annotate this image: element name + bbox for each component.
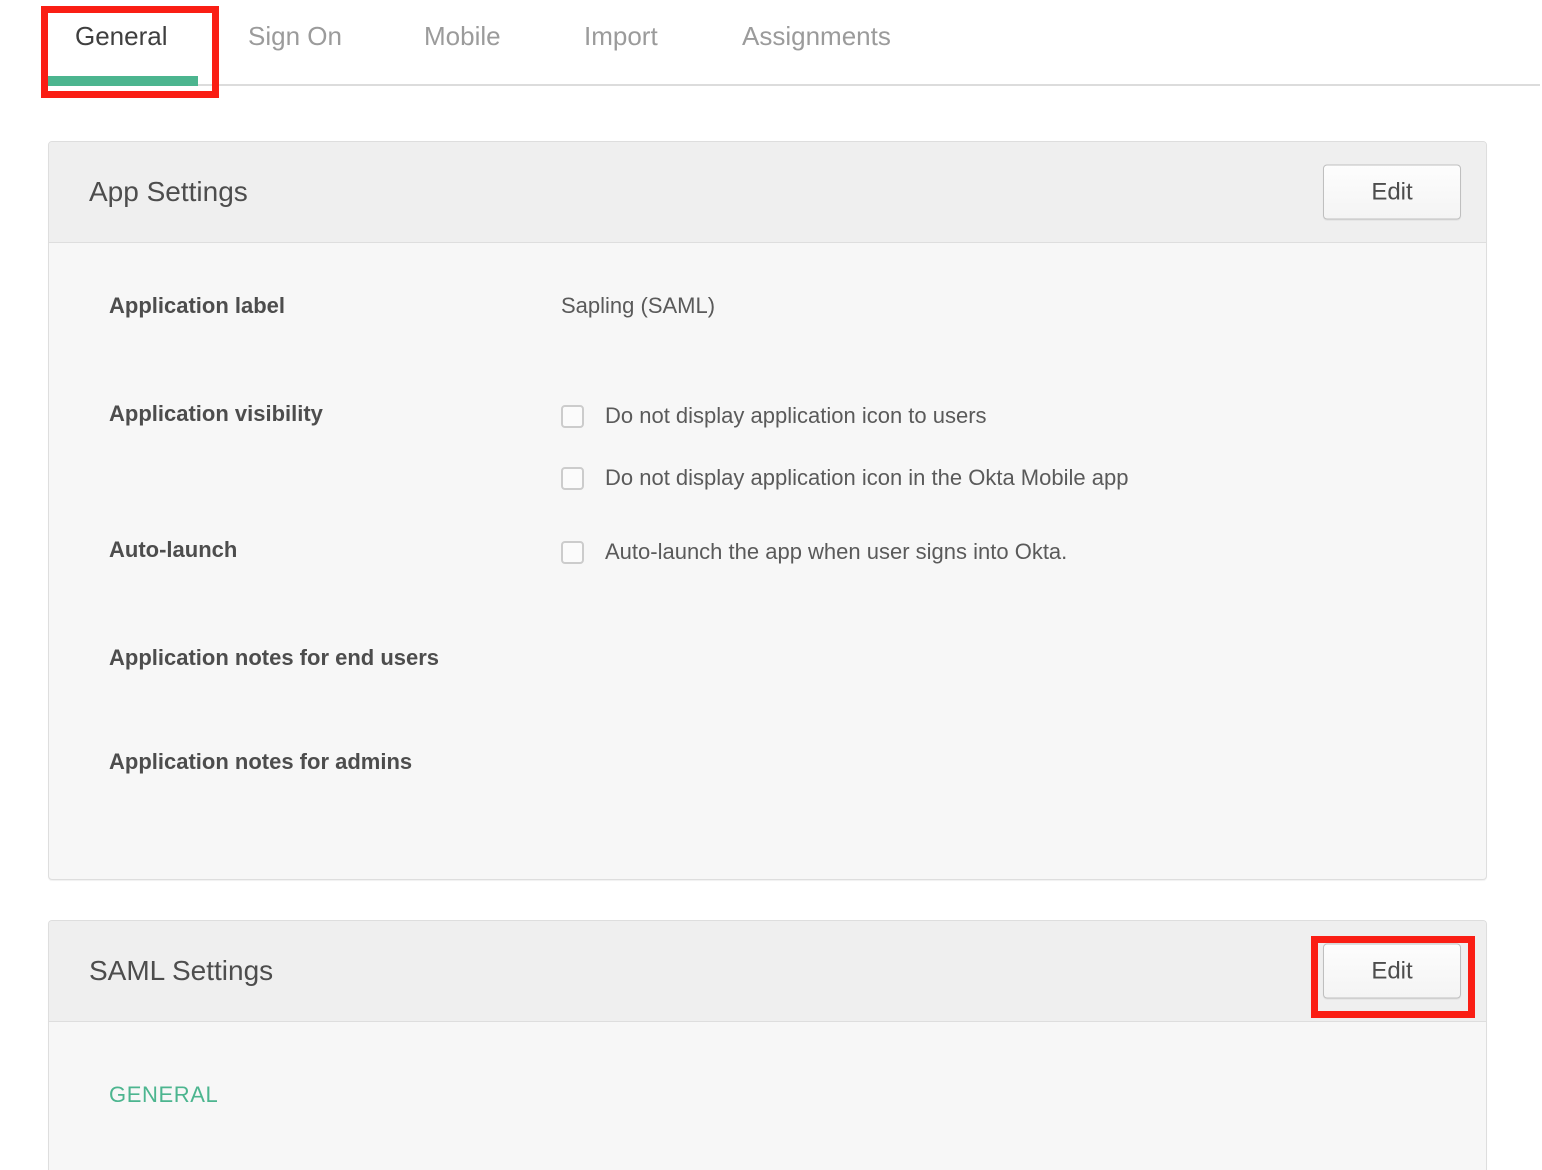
checkbox-hide-icon-okta-mobile[interactable] (561, 466, 584, 490)
app-settings-title: App Settings (89, 176, 248, 207)
field-label: Application visibility (109, 401, 323, 426)
tab-sign-on[interactable]: Sign On (248, 18, 342, 54)
field-notes-end-users: Application notes for end users (49, 643, 1486, 689)
field-label: Application notes for end users (109, 645, 440, 670)
tab-general[interactable]: General (75, 18, 168, 54)
field-auto-launch: Auto-launch Auto-launch the app when use… (49, 535, 1486, 581)
field-label: Application label (109, 293, 286, 318)
saml-settings-edit-button[interactable]: Edit (1323, 943, 1461, 999)
field-value-application-visibility: Do not display application icon to users… (561, 399, 1486, 495)
active-tab-indicator (48, 76, 198, 86)
tab-import[interactable]: Import (584, 18, 658, 54)
field-application-label: Application label Sapling (SAML) (49, 291, 1486, 337)
saml-settings-header: SAML Settings Edit (49, 921, 1486, 1022)
checkbox-auto-launch[interactable] (561, 540, 584, 564)
field-notes-admins: Application notes for admins (49, 747, 1486, 793)
app-settings-edit-button[interactable]: Edit (1323, 164, 1461, 220)
tab-bar-divider (48, 84, 1540, 86)
checkbox-row-hide-icon-okta-mobile[interactable]: Do not display application icon in the O… (561, 461, 1486, 495)
field-value-application-label: Sapling (SAML) (561, 293, 716, 318)
saml-settings-panel: SAML Settings Edit GENERAL (48, 920, 1487, 1170)
app-settings-form: Application label Sapling (SAML) Applica… (49, 243, 1486, 793)
saml-settings-body: GENERAL (49, 1022, 1486, 1108)
app-settings-panel: App Settings Edit Application label Sapl… (48, 141, 1487, 880)
checkbox-label: Do not display application icon in the O… (605, 465, 1129, 490)
field-label: Auto-launch (109, 537, 238, 562)
checkbox-hide-icon-users[interactable] (561, 404, 584, 428)
saml-settings-title: SAML Settings (89, 955, 274, 986)
checkbox-label: Auto-launch the app when user signs into… (605, 539, 1068, 564)
app-settings-body: Application label Sapling (SAML) Applica… (49, 243, 1486, 793)
checkbox-row-auto-launch[interactable]: Auto-launch the app when user signs into… (561, 535, 1486, 569)
checkbox-row-hide-icon-users[interactable]: Do not display application icon to users (561, 399, 1486, 433)
app-settings-header: App Settings Edit (49, 142, 1486, 243)
field-application-visibility: Application visibility Do not display ap… (49, 399, 1486, 495)
app-tab-bar: General Sign On Mobile Import Assignment… (0, 0, 1542, 86)
saml-general-section-heading: GENERAL (109, 1082, 219, 1107)
tab-mobile[interactable]: Mobile (424, 18, 501, 54)
field-value-auto-launch: Auto-launch the app when user signs into… (561, 535, 1486, 569)
tab-assignments[interactable]: Assignments (742, 18, 891, 54)
checkbox-label: Do not display application icon to users (605, 403, 987, 428)
field-label: Application notes for admins (109, 749, 413, 774)
